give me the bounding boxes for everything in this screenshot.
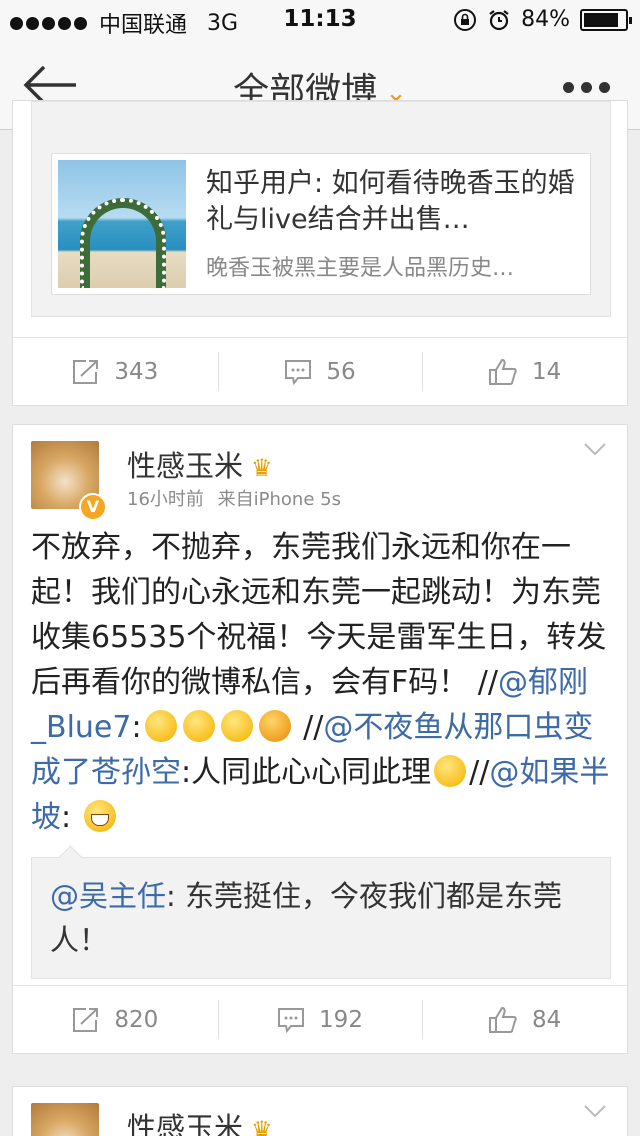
- post-text-segment: //: [469, 755, 490, 790]
- repost-count: 820: [114, 1006, 159, 1033]
- post-meta: 16小时前 来自iPhone 5s: [127, 485, 341, 511]
- thumbs-up-icon: [489, 1006, 517, 1033]
- repost-button[interactable]: 820: [13, 986, 218, 1053]
- comment-count: 56: [326, 358, 356, 385]
- repost-count: 343: [114, 358, 159, 385]
- thumbs-up-icon: [489, 358, 517, 385]
- post-text-segment: :: [61, 800, 81, 835]
- repost-text: @吴主任: 东莞挺住，今夜我们都是东莞人！: [50, 874, 598, 962]
- post-time: 16小时前: [127, 489, 204, 510]
- battery-icon: [580, 8, 632, 31]
- feed-card: 性感玉米 ♛: [12, 1086, 628, 1136]
- post-author[interactable]: 性感玉米 ♛: [127, 443, 273, 485]
- grin-emoji-icon: [83, 800, 116, 832]
- post-author[interactable]: 性感玉米 ♛: [127, 1105, 273, 1136]
- link-title: 知乎用户: 如何看待晚香玉的婚礼与live结合并出售…: [206, 168, 575, 235]
- comment-button[interactable]: 56: [217, 338, 423, 405]
- post-text-segment: :人同此心心同此理: [181, 755, 432, 790]
- battery-fill: [584, 12, 618, 27]
- rotation-lock-icon: [454, 8, 477, 31]
- verified-badge: V: [79, 493, 107, 521]
- alarm-icon: [489, 9, 509, 30]
- shush-emoji-icon: [144, 710, 177, 742]
- status-bar: 中国联通 3G 11:13 84%: [0, 0, 640, 40]
- chevron-down-icon[interactable]: [583, 1103, 607, 1119]
- post-source: 来自iPhone 5s: [217, 489, 341, 510]
- avatar[interactable]: V: [31, 441, 107, 521]
- post-text-segment: :: [131, 710, 142, 745]
- more-menu-icon[interactable]: [563, 82, 610, 93]
- avatar[interactable]: [31, 1103, 99, 1136]
- crown-icon: ♛: [251, 1116, 273, 1136]
- post-text-segment: //: [293, 710, 324, 745]
- action-bar: 820 192 84: [13, 985, 627, 1053]
- mention-link[interactable]: @吴主任: [50, 879, 166, 913]
- chevron-down-icon[interactable]: [583, 441, 607, 457]
- repost-box[interactable]: @吴主任: 东莞挺住，今夜我们都是东莞人！: [31, 857, 611, 979]
- battery-percent: 84%: [521, 7, 570, 32]
- shush-emoji-icon: [220, 710, 253, 742]
- action-bar: 343 56 14: [13, 337, 627, 405]
- feed-card: V 性感玉米 ♛ 16小时前 来自iPhone 5s 不放弃，不抛弃，东莞我们永远…: [12, 424, 628, 1054]
- comment-button[interactable]: 192: [217, 986, 423, 1053]
- like-count: 14: [532, 358, 562, 385]
- repost-icon: [73, 359, 99, 384]
- link-description: 晚香玉被黑主要是人品黑历史…: [206, 256, 515, 281]
- like-count: 84: [532, 1006, 562, 1033]
- repost-icon: [73, 1007, 99, 1032]
- author-name: 性感玉米: [127, 449, 244, 483]
- like-button[interactable]: 84: [422, 986, 627, 1053]
- post-text: 不放弃，不抛弃，东莞我们永远和你在一起！我们的心永远和东莞一起跳动！为东莞收集6…: [31, 525, 615, 840]
- comment-icon: [285, 359, 312, 385]
- link-preview-card[interactable]: 知乎用户: 如何看待晚香玉的婚礼与live结合并出售… 晚香玉被黑主要是人品黑历…: [51, 153, 591, 295]
- feed-card: 知乎用户: 如何看待晚香玉的婚礼与live结合并出售… 晚香玉被黑主要是人品黑历…: [12, 100, 628, 406]
- article-thumbnail: [58, 160, 186, 288]
- status-right: 84%: [453, 7, 632, 32]
- repost-button[interactable]: 343: [13, 338, 218, 405]
- comment-icon: [278, 1007, 305, 1033]
- shush-emoji-icon: [182, 710, 215, 742]
- crown-icon: ♛: [251, 454, 273, 482]
- comment-count: 192: [319, 1006, 363, 1033]
- like-button[interactable]: 14: [422, 338, 627, 405]
- angry-emoji-icon: [258, 710, 291, 742]
- shush-emoji-icon: [434, 755, 467, 787]
- author-name: 性感玉米: [127, 1111, 244, 1136]
